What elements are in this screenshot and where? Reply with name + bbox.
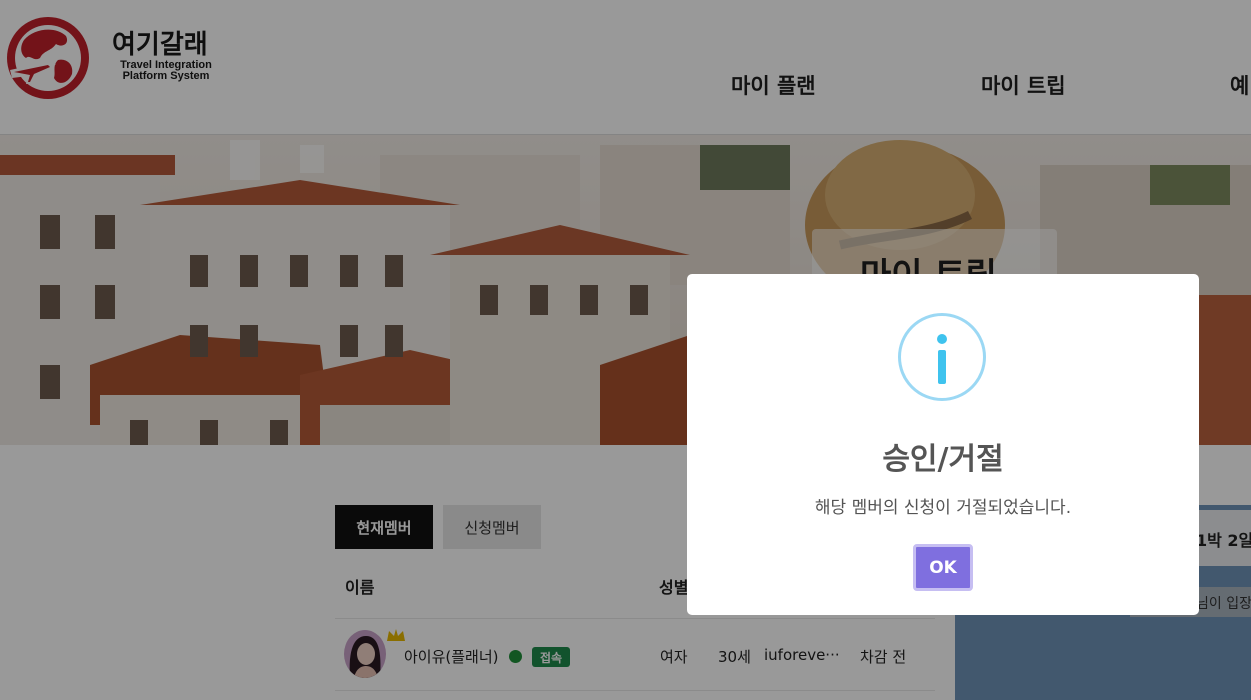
dialog-message: 해당 멤버의 신청이 거절되었습니다. [814, 498, 1072, 518]
dialog-title: 승인/거절 [882, 442, 1004, 477]
ok-button[interactable]: OK [913, 544, 973, 591]
info-icon [898, 313, 986, 401]
alert-dialog: 승인/거절 해당 멤버의 신청이 거절되었습니다. OK [687, 274, 1199, 615]
